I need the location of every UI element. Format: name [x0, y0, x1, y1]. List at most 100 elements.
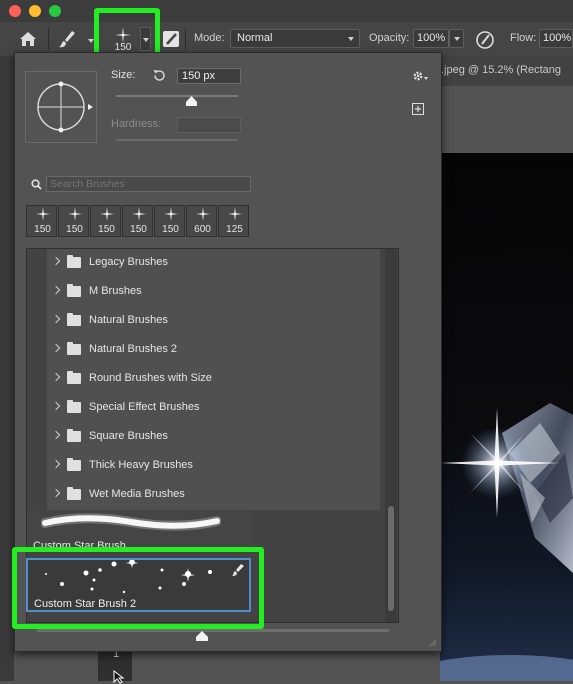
document-tab[interactable]: .jpeg @ 15.2% (Rectang — [440, 56, 573, 86]
recent-brush-size: 150 — [130, 224, 147, 235]
brush-folder-row[interactable]: Natural Brushes 2 — [47, 336, 380, 365]
recent-brush-size: 150 — [34, 224, 51, 235]
folder-icon — [67, 429, 81, 442]
recent-brush-4[interactable]: 150 — [154, 205, 185, 237]
brush-folder-row[interactable]: Wet Media Brushes — [47, 481, 380, 510]
preview-size-slider[interactable] — [37, 629, 389, 632]
brush-settings-toggle-icon[interactable] — [161, 29, 181, 49]
chevron-right-icon[interactable] — [51, 343, 61, 353]
flow-label: Flow: — [510, 32, 537, 44]
hardness-slider — [116, 139, 238, 141]
star-brush-icon — [155, 207, 186, 224]
opacity-field[interactable]: 100% — [413, 29, 449, 48]
recent-brush-size: 150 — [162, 224, 179, 235]
star-brush-icon — [123, 207, 154, 224]
recent-brush-5[interactable]: 600 — [186, 205, 217, 237]
mode-select[interactable]: Normal — [230, 29, 360, 48]
brush-folder-row[interactable]: Natural Brushes — [47, 307, 380, 336]
title-bar — [0, 0, 573, 22]
brush-tip-preview[interactable] — [25, 71, 97, 143]
brush-tool-icon[interactable] — [56, 28, 94, 50]
mode-value: Normal — [237, 32, 273, 44]
brush-folder-name: Wet Media Brushes — [89, 488, 185, 500]
pressure-opacity-icon[interactable] — [474, 29, 496, 51]
chevron-right-icon[interactable] — [51, 430, 61, 440]
chevron-right-icon[interactable] — [51, 256, 61, 266]
options-divider — [48, 28, 49, 50]
recent-brush-3[interactable]: 150 — [122, 205, 153, 237]
brush-folder-name: Natural Brushes 2 — [89, 343, 178, 355]
folder-icon — [67, 487, 81, 500]
brush-item-custom-star[interactable]: Custom Star Brush — [27, 511, 252, 549]
zoom-window-button[interactable] — [49, 5, 61, 17]
scrollbar-thumb[interactable] — [388, 506, 394, 611]
brush-folder-row[interactable]: Thick Heavy Brushes — [47, 452, 380, 481]
star-brush-icon — [59, 207, 90, 224]
recent-brush-2[interactable]: 150 — [90, 205, 121, 237]
chevron-right-icon[interactable] — [51, 488, 61, 498]
star-brush-icon — [91, 207, 122, 224]
flow-value: 100% — [543, 32, 572, 44]
opacity-dropdown-toggle[interactable] — [449, 29, 464, 48]
search-icon — [31, 179, 42, 190]
highlight-frame — [12, 547, 264, 629]
mode-label: Mode: — [194, 32, 225, 44]
hardness-label: Hardness: — [111, 118, 162, 130]
close-window-button[interactable] — [9, 5, 21, 17]
size-slider[interactable] — [116, 95, 238, 97]
preview-size-slider-thumb[interactable] — [196, 631, 209, 642]
reset-size-icon[interactable] — [152, 68, 167, 83]
opacity-value: 100% — [417, 32, 446, 44]
folder-icon — [67, 458, 81, 471]
opacity-label: Opacity: — [369, 32, 410, 44]
recent-brush-size: 600 — [194, 224, 211, 235]
brush-angle-roundness-icon — [37, 81, 93, 133]
gear-icon[interactable] — [412, 69, 428, 83]
recent-brush-size: 150 — [98, 224, 115, 235]
star-brush-icon — [27, 207, 58, 224]
folder-icon — [67, 313, 81, 326]
brush-folder-row[interactable]: Special Effect Brushes — [47, 394, 380, 423]
brush-folder-name: Round Brushes with Size — [89, 372, 212, 384]
document-tab-title: .jpeg @ 15.2% (Rectang — [441, 64, 562, 76]
minimize-window-button[interactable] — [29, 5, 41, 17]
size-input[interactable]: 150 px — [177, 68, 241, 84]
folder-icon — [67, 400, 81, 413]
new-preset-icon[interactable] — [412, 103, 424, 115]
diamond-image — [400, 403, 573, 684]
chevron-right-icon[interactable] — [51, 372, 61, 382]
size-slider-thumb[interactable] — [186, 96, 197, 107]
brush-folder-name: Square Brushes — [89, 430, 168, 442]
size-label: Size: — [111, 69, 136, 81]
resize-grip-icon[interactable] — [427, 637, 437, 647]
brush-folder-name: Special Effect Brushes — [89, 401, 200, 413]
recent-brush-size: 125 — [226, 224, 243, 235]
home-icon[interactable] — [16, 29, 40, 49]
star-brush-icon — [187, 207, 218, 224]
brush-folder-row[interactable]: M Brushes — [47, 278, 380, 307]
search-brushes-input[interactable] — [46, 176, 251, 192]
folder-icon — [67, 371, 81, 384]
vertical-scrollbar[interactable] — [385, 249, 397, 622]
brush-folder-row[interactable]: Legacy Brushes — [47, 249, 380, 278]
options-divider — [185, 28, 186, 50]
recent-brush-0[interactable]: 150 — [26, 205, 57, 237]
chevron-right-icon[interactable] — [51, 314, 61, 324]
cursor-arrow-icon — [113, 670, 125, 684]
brush-folder-row[interactable]: Square Brushes — [47, 423, 380, 452]
chevron-right-icon[interactable] — [51, 459, 61, 469]
brush-folder-name: Legacy Brushes — [89, 256, 168, 268]
recent-brush-6[interactable]: 125 — [218, 205, 249, 237]
chevron-right-icon[interactable] — [51, 401, 61, 411]
document-canvas[interactable] — [400, 153, 573, 684]
flow-field[interactable]: 100% — [539, 29, 573, 48]
stroke-preview — [41, 513, 221, 531]
recent-brushes: 150 150 150 150 150 600 125 — [26, 205, 250, 237]
folder-icon — [67, 284, 81, 297]
chevron-right-icon[interactable] — [51, 285, 61, 295]
folder-icon — [67, 342, 81, 355]
chevron-down-icon — [454, 37, 460, 41]
brush-folder-row[interactable]: Round Brushes with Size — [47, 365, 380, 394]
recent-brush-1[interactable]: 150 — [58, 205, 89, 237]
brush-folder-name: M Brushes — [89, 285, 142, 297]
